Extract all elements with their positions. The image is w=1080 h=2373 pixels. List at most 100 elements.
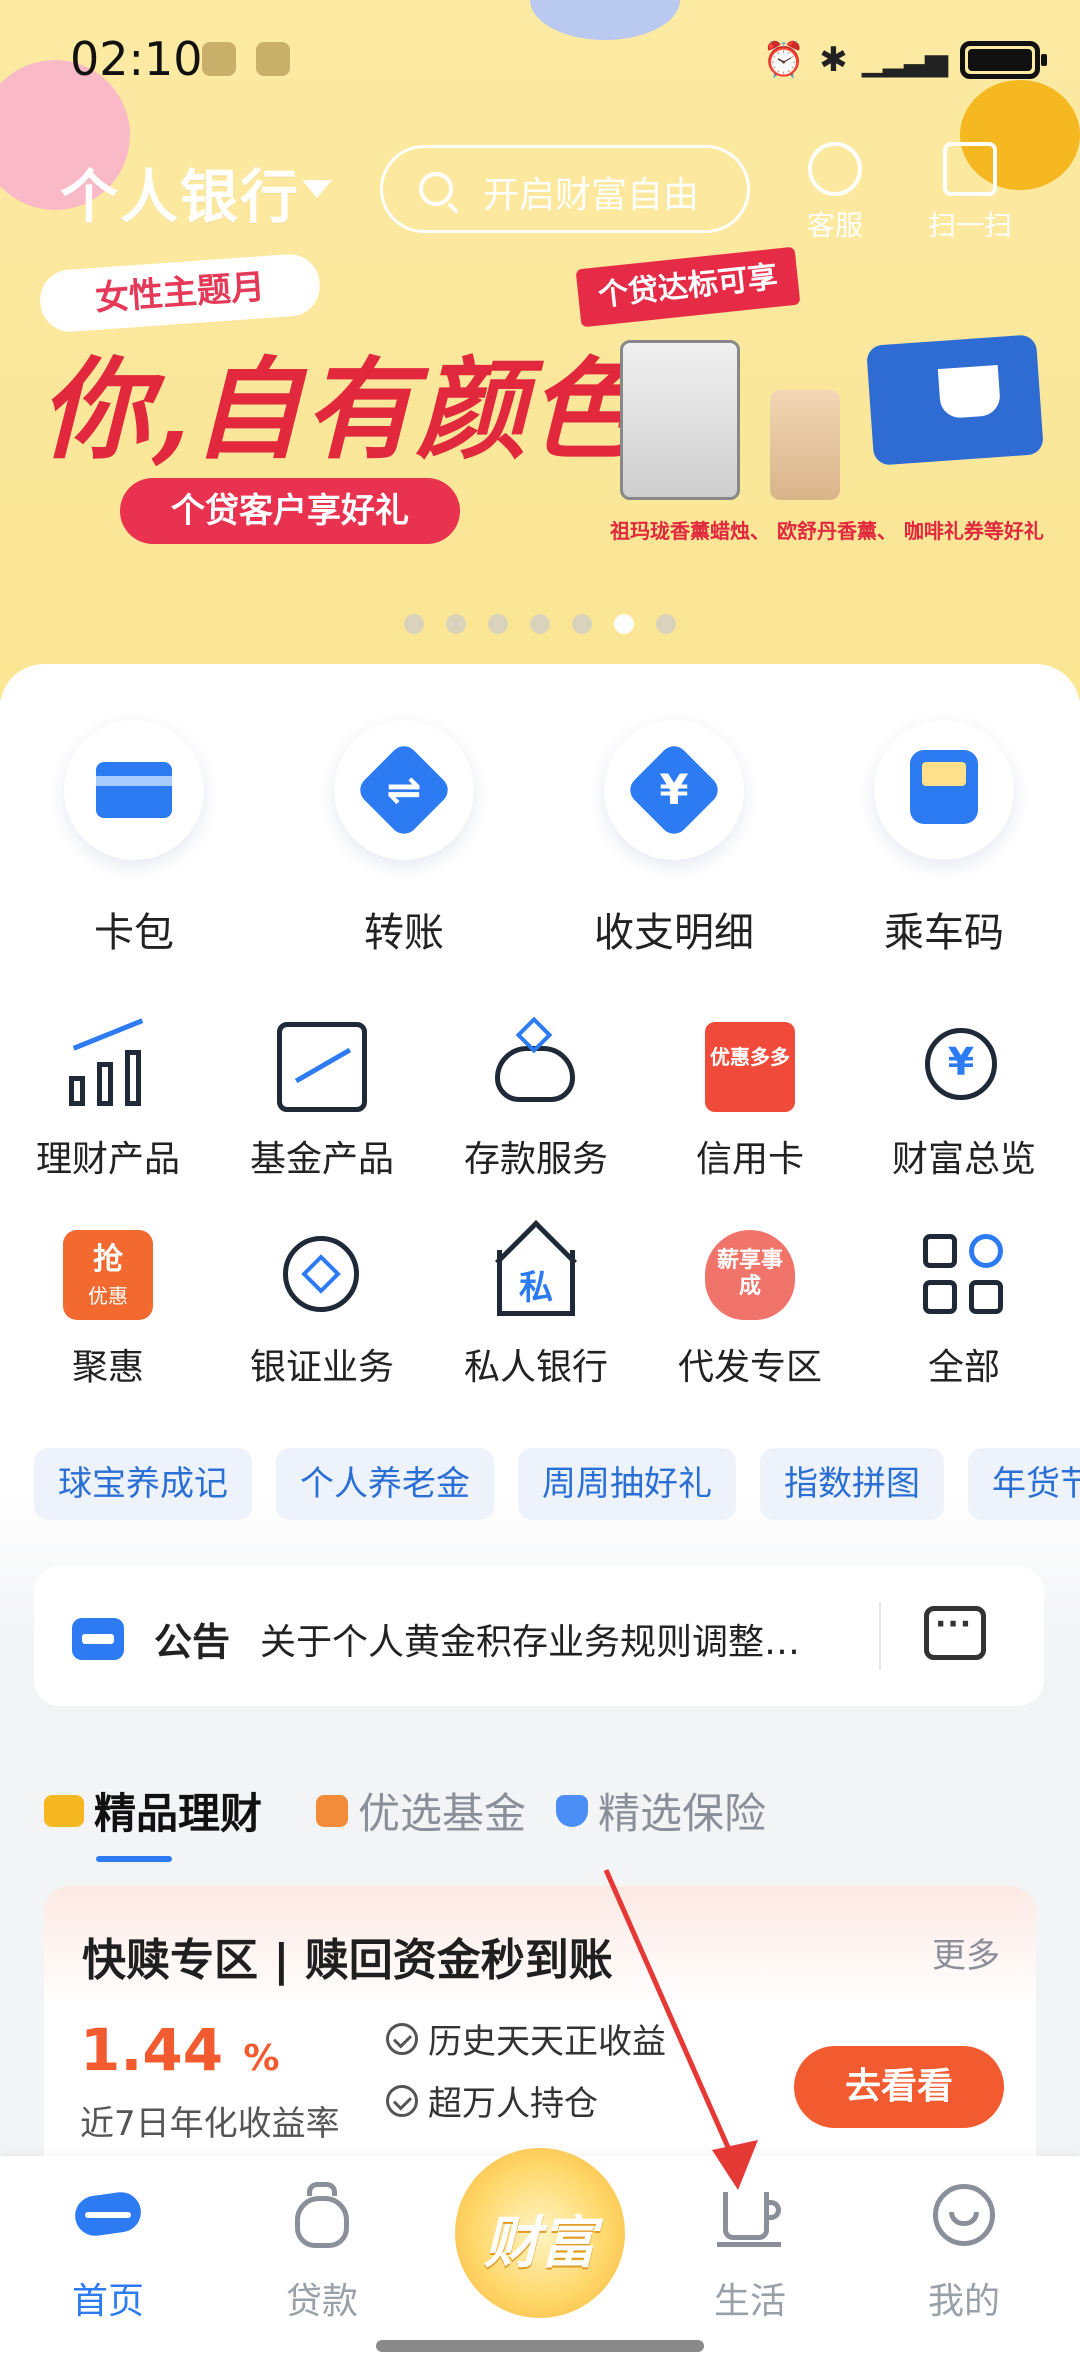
scan-button[interactable]: 扫一扫 (925, 142, 1015, 244)
card-feature: 超万人持仓 (386, 2076, 598, 2125)
quick-action-label: 收支明细 (594, 910, 754, 956)
promo-chip[interactable]: 球宝养成记 (34, 1448, 252, 1520)
quick-action-label: 乘车码 (884, 910, 1004, 956)
securities-icon (277, 1230, 367, 1320)
nav-wealth[interactable]: 财富 (455, 2148, 625, 2318)
bank-switcher[interactable]: 个人银行 (60, 150, 300, 234)
private-bank-icon: 私 (491, 1219, 581, 1320)
service-label: 存款服务 (463, 1139, 608, 1180)
coffee-cup-icon (713, 2178, 787, 2252)
search-icon (419, 172, 453, 206)
search-input[interactable]: 开启财富自由 (380, 145, 750, 233)
shield-icon (556, 1794, 588, 1827)
nav-me[interactable]: 我的 (884, 2178, 1044, 2324)
nav-home[interactable]: 首页 (28, 2178, 188, 2324)
service-label: 聚惠 (71, 1347, 144, 1388)
deal-badge-top: 抢 (93, 1242, 123, 1277)
pagination-dot[interactable] (404, 614, 424, 634)
wealth-coins-icon: 财富 (484, 2211, 596, 2276)
yield-rate: 1.44 % (80, 2016, 279, 2084)
promo-chip[interactable]: 周周抽好礼 (518, 1448, 736, 1520)
candle-product-image (620, 340, 740, 500)
status-bar: 02:10 ⏰ ✱ ▁▂▃▅ (0, 28, 1080, 92)
service-wealth-products[interactable]: 理财产品 (8, 1018, 208, 1182)
message-icon[interactable] (924, 1606, 986, 1660)
check-circle-icon (386, 2022, 418, 2055)
quick-action-bus-code[interactable]: 乘车码 (854, 720, 1034, 958)
banner-pagination[interactable] (0, 614, 1080, 634)
signal-icon: ▁▂▃▅ (861, 42, 948, 78)
customer-service-button[interactable]: 客服 (790, 142, 880, 244)
gold-ingot-icon (44, 1794, 84, 1827)
service-private-bank[interactable]: 私 私人银行 (436, 1219, 636, 1390)
pagination-dot[interactable] (488, 614, 508, 634)
tab-selected-funds[interactable]: 优选基金 (316, 1780, 526, 1841)
tab-label: 优选基金 (358, 1789, 527, 1838)
feature-text: 历史天天正收益 (428, 2022, 666, 2062)
service-label: 基金产品 (249, 1139, 394, 1180)
service-securities[interactable]: 银证业务 (222, 1230, 422, 1390)
quick-action-card-wallet[interactable]: 卡包 (44, 720, 224, 958)
pagination-dot[interactable] (446, 614, 466, 634)
divider (879, 1602, 881, 1670)
service-deposit[interactable]: 存款服务 (436, 1016, 636, 1182)
service-all[interactable]: 全部 (864, 1230, 1064, 1390)
product-tabs: 精品理财 优选基金 精选保险 (44, 1780, 1044, 1860)
nav-loans[interactable]: 贷款 (242, 2178, 402, 2324)
service-deals[interactable]: 抢 优惠 聚惠 (8, 1230, 208, 1390)
nav-life[interactable]: 生活 (670, 2178, 830, 2324)
service-salary-zone[interactable]: 薪享事成 代发专区 (650, 1230, 850, 1390)
tab-selected-insurance[interactable]: 精选保险 (556, 1780, 766, 1841)
fund-bars-icon (316, 1794, 348, 1827)
customer-service-label: 客服 (806, 209, 863, 242)
profile-icon (927, 2178, 1001, 2252)
announcement-text[interactable]: 关于个人黄金积存业务规则调整… (260, 1613, 840, 1665)
diffuser-product-image (770, 390, 840, 500)
card-title: 快赎专区 | 赎回资金秒到账 (82, 1935, 613, 1986)
service-label: 银证业务 (249, 1347, 394, 1388)
private-bank-glyph: 私 (519, 1268, 553, 1308)
announcement-bar[interactable]: 公告 关于个人黄金积存业务规则调整… (34, 1566, 1044, 1706)
service-fund-products[interactable]: 基金产品 (222, 1022, 422, 1182)
promo-chips: 球宝养成记 个人养老金 周周抽好礼 指数拼图 年货节 (0, 1448, 1080, 1524)
check-circle-icon (386, 2084, 418, 2117)
services-row-2: 抢 优惠 聚惠 银证业务 私 私人银行 薪享事成 代发专区 全部 (0, 1219, 1080, 1410)
deal-icon: 抢 优惠 (63, 1230, 153, 1320)
tab-premium-wealth[interactable]: 精品理财 (44, 1780, 262, 1841)
quick-action-label: 转账 (364, 910, 444, 956)
service-credit-card[interactable]: 优惠多多 信用卡 (650, 1022, 850, 1182)
more-link[interactable]: 更多 (932, 1928, 1000, 1977)
card-wallet-icon (96, 762, 172, 818)
announcement-title: 公告 (154, 1620, 231, 1664)
promo-chip[interactable]: 年货节 (968, 1448, 1080, 1520)
service-wealth-overview[interactable]: ¥ 财富总览 (864, 1022, 1064, 1182)
alarm-icon: ⏰ (762, 40, 806, 80)
chevron-down-icon[interactable] (302, 180, 332, 198)
credit-card-badge: 优惠多多 (710, 1045, 790, 1069)
promo-chip[interactable]: 个人养老金 (276, 1448, 494, 1520)
pagination-dot-active[interactable] (614, 614, 634, 634)
gift-card-icon: 优惠多多 (705, 1022, 795, 1112)
grid-all-icon (919, 1230, 1009, 1320)
quick-action-statement[interactable]: ¥ 收支明细 (584, 720, 764, 958)
service-label: 财富总览 (891, 1139, 1036, 1180)
nav-label: 贷款 (285, 2281, 358, 2322)
service-label: 信用卡 (695, 1139, 804, 1180)
salary-icon: 薪享事成 (705, 1230, 795, 1320)
pagination-dot[interactable] (656, 614, 676, 634)
feature-text: 超万人持仓 (428, 2084, 598, 2124)
pagination-dot[interactable] (530, 614, 550, 634)
search-placeholder: 开启财富自由 (483, 175, 700, 216)
pagination-dot[interactable] (572, 614, 592, 634)
quick-action-transfer[interactable]: ⇌ 转账 (314, 720, 494, 958)
promo-chip[interactable]: 指数拼图 (760, 1448, 944, 1520)
money-bag-icon (285, 2178, 359, 2252)
wealth-search-icon: ¥ (919, 1022, 1009, 1112)
services-row-1: 理财产品 基金产品 存款服务 优惠多多 信用卡 ¥ 财富总览 (0, 1016, 1080, 1202)
quick-actions: 卡包 ⇌ 转账 ¥ 收支明细 乘车码 (0, 720, 1080, 960)
banner-headline: 你,自有颜色 (40, 345, 641, 474)
featured-product-card[interactable]: 快赎专区 | 赎回资金秒到账 更多 1.44 % 近7日年化收益率 历史天天正收… (44, 1886, 1036, 2186)
nav-label: 首页 (71, 2281, 144, 2322)
view-button[interactable]: 去看看 (794, 2046, 1004, 2128)
hero-banner[interactable]: 02:10 ⏰ ✱ ▁▂▃▅ 个人银行 开启财富自由 客服 扫一扫 女性主题月 … (0, 0, 1080, 700)
